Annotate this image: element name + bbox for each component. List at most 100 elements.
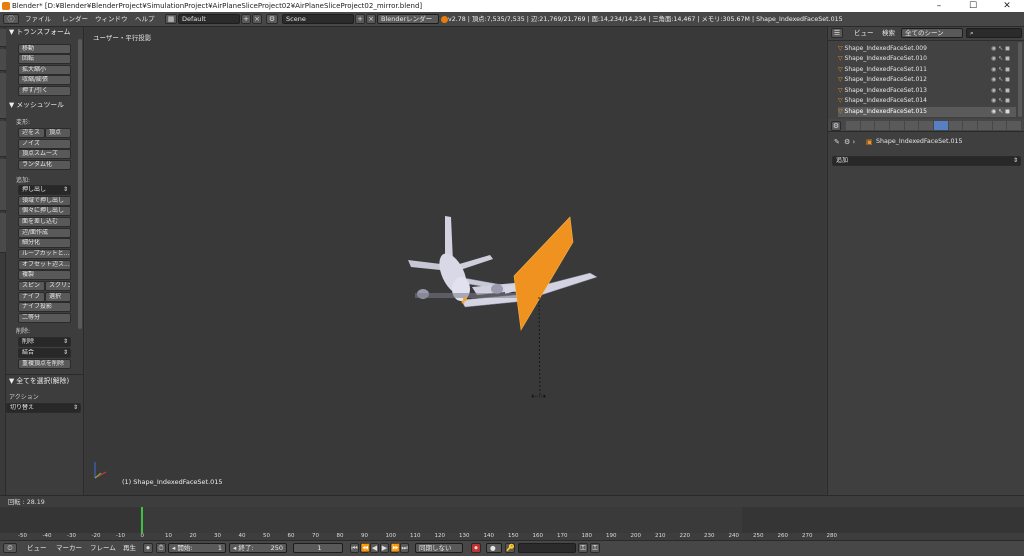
modifiers-tab-icon[interactable] xyxy=(934,121,948,130)
noise-button[interactable]: ノイズ xyxy=(18,139,71,149)
outliner-menu-view[interactable]: ビュー xyxy=(854,28,874,38)
menu-help[interactable]: ヘルプ xyxy=(135,12,155,27)
3d-cursor-icon[interactable]: ⇠⇢ xyxy=(531,392,546,402)
translate-button[interactable]: 移動 xyxy=(18,44,71,54)
outliner-row[interactable]: ▽ Shape_IndexedFaceSet.014 ◉ ↖ ◼ xyxy=(838,96,1016,106)
bisect-button[interactable]: 二等分 xyxy=(18,313,71,323)
insert-keyframe-icon[interactable]: ⚿ xyxy=(578,543,588,553)
remove-layout-button[interactable]: × xyxy=(252,14,262,24)
texture-tab-icon[interactable] xyxy=(978,121,992,130)
loop-cut-slide-button[interactable]: ループカットと... xyxy=(18,249,71,259)
menu-file[interactable]: ファイル xyxy=(25,12,51,27)
preview-range-icon[interactable]: ⏱ xyxy=(156,543,166,553)
jump-start-icon[interactable]: ⏮ xyxy=(350,543,359,553)
knife-select-button[interactable]: 選択 xyxy=(45,292,71,302)
extrude-individual-button[interactable]: 個々に押し出し xyxy=(18,206,71,216)
knife-button[interactable]: ナイフ xyxy=(18,292,45,302)
timeline-menu-frame[interactable]: フレーム xyxy=(90,541,116,556)
render-engine-select[interactable]: Blenderレンダー xyxy=(377,14,439,24)
visibility-eye-icon[interactable]: ◉ ↖ ◼ xyxy=(991,75,1010,85)
spin-button[interactable]: スピン xyxy=(18,281,45,291)
remove-doubles-button[interactable]: 重複頂点を削除 xyxy=(18,359,71,369)
push-pull-button[interactable]: 押す/引く xyxy=(18,86,71,96)
delete-keyframe-icon[interactable]: ⚿ xyxy=(590,543,600,553)
add-modifier-dropdown[interactable]: 追加 ⇕ xyxy=(832,156,1021,166)
extrude-region-button[interactable]: 領域で押し出し xyxy=(18,196,71,206)
start-frame-field[interactable]: ◂ 開始: 1 xyxy=(168,543,226,553)
3d-viewport[interactable]: ユーザー・平行投影 ⇠⇢ (1) Shape_IndexedFaceSet.01… xyxy=(85,27,826,495)
knife-project-button[interactable]: ナイフ投影 xyxy=(18,302,71,312)
menu-window[interactable]: ウィンドウ xyxy=(95,12,128,27)
close-button[interactable]: ✕ xyxy=(990,0,1024,12)
action-dropdown[interactable]: 切り替え ⇕ xyxy=(6,403,81,413)
maximize-button[interactable]: ☐ xyxy=(956,0,990,12)
visibility-eye-icon[interactable]: ◉ ↖ ◼ xyxy=(991,54,1010,64)
visibility-eye-icon[interactable]: ◉ ↖ ◼ xyxy=(991,107,1010,117)
render-tab-icon[interactable] xyxy=(846,121,860,130)
editor-type-icon[interactable]: ⓘ xyxy=(3,14,19,24)
outliner-row-active[interactable]: ▽ Shape_IndexedFaceSet.015 ◉ ↖ ◼ xyxy=(838,107,1016,117)
offset-edge-slide-button[interactable]: オフセット辺ス... xyxy=(18,260,71,270)
scene-field[interactable]: Scene xyxy=(282,14,354,24)
properties-editor-icon[interactable]: ⚙ xyxy=(831,121,841,131)
shrink-fatten-button[interactable]: 収縮/膨張 xyxy=(18,75,71,85)
keying-set-field[interactable] xyxy=(518,543,576,553)
visibility-eye-icon[interactable]: ◉ ↖ ◼ xyxy=(991,65,1010,75)
visibility-eye-icon[interactable]: ◉ ↖ ◼ xyxy=(991,44,1010,54)
timeline-menu-marker[interactable]: マーカー xyxy=(56,541,82,556)
outliner-row[interactable]: ▽ Shape_IndexedFaceSet.010 ◉ ↖ ◼ xyxy=(838,54,1016,64)
transform-panel-header[interactable]: ▼ トランスフォーム xyxy=(6,27,76,38)
tool-shelf-scrollbar[interactable] xyxy=(78,39,82,329)
randomize-button[interactable]: ランダム化 xyxy=(18,160,71,170)
keying-mode-select[interactable]: ● xyxy=(486,543,502,553)
mesh-tools-panel-header[interactable]: ▼ メッシュツール xyxy=(6,100,76,111)
visibility-eye-icon[interactable]: ◉ ↖ ◼ xyxy=(991,96,1010,106)
outliner-scrollbar[interactable] xyxy=(1018,42,1022,117)
merge-dropdown[interactable]: 結合 ⇕ xyxy=(18,348,71,358)
add-scene-button[interactable]: + xyxy=(355,14,365,24)
jump-end-icon[interactable]: ⏭ xyxy=(400,543,409,553)
timeline-menu-view[interactable]: ビュー xyxy=(27,541,47,556)
play-icon[interactable]: ▶ xyxy=(380,543,389,553)
current-frame-field[interactable]: 1 xyxy=(293,543,343,553)
subdivide-button[interactable]: 細分化 xyxy=(18,238,71,248)
outliner-search-input[interactable]: ⌕ xyxy=(966,28,1022,38)
remove-scene-button[interactable]: × xyxy=(366,14,376,24)
record-icon[interactable]: ⏺ xyxy=(143,543,153,553)
layout-icon[interactable]: ▦ xyxy=(165,14,177,24)
keying-set-icon[interactable]: 🔑 xyxy=(505,543,515,553)
data-tab-icon[interactable] xyxy=(948,121,963,130)
timeline-menu-playback[interactable]: 再生 xyxy=(123,541,136,556)
world-tab-icon[interactable] xyxy=(890,121,904,130)
inset-faces-button[interactable]: 面を差し込む xyxy=(18,217,71,227)
material-tab-icon[interactable] xyxy=(963,121,978,130)
menu-render[interactable]: レンダー xyxy=(62,12,88,27)
screw-button[interactable]: スクリュ xyxy=(45,281,71,291)
constraints-tab-icon[interactable] xyxy=(919,121,934,130)
prev-keyframe-icon[interactable]: ⏪ xyxy=(360,543,370,553)
physics-tab-icon[interactable] xyxy=(1007,121,1022,130)
vertex-slide-button[interactable]: 頂点 xyxy=(45,128,71,138)
outliner-menu-search[interactable]: 検索 xyxy=(882,28,895,38)
sync-mode-select[interactable]: 同期しない xyxy=(415,543,463,553)
object-tab-icon[interactable] xyxy=(904,121,919,130)
outliner-row[interactable]: ▽ Shape_IndexedFaceSet.009 ◉ ↖ ◼ xyxy=(838,44,1016,54)
duplicate-button[interactable]: 複製 xyxy=(18,270,71,280)
smooth-vertex-button[interactable]: 頂点スムーズ xyxy=(18,149,71,159)
add-layout-button[interactable]: + xyxy=(241,14,251,24)
last-operator-header[interactable]: ▼ 全てを選択(解除) xyxy=(6,376,76,387)
delete-dropdown[interactable]: 削除 ⇕ xyxy=(18,337,71,347)
next-keyframe-icon[interactable]: ⏩ xyxy=(390,543,400,553)
extrude-dropdown[interactable]: 押し出し ⇕ xyxy=(18,185,71,195)
end-frame-field[interactable]: ◂ 終了: 250 xyxy=(229,543,287,553)
edge-slide-button[interactable]: 辺をス xyxy=(18,128,45,138)
visibility-eye-icon[interactable]: ◉ ↖ ◼ xyxy=(991,86,1010,96)
scene-icon[interactable]: ⚙ xyxy=(266,14,278,24)
auto-keying-icon[interactable]: ⏺ xyxy=(471,543,481,553)
scene-tab-icon[interactable] xyxy=(875,121,890,130)
make-edge-face-button[interactable]: 辺/面作成 xyxy=(18,228,71,238)
render-layers-tab-icon[interactable] xyxy=(860,121,875,130)
layout-field[interactable]: Default xyxy=(178,14,240,24)
rotate-button[interactable]: 回転 xyxy=(18,54,71,64)
particles-tab-icon[interactable] xyxy=(992,121,1007,130)
